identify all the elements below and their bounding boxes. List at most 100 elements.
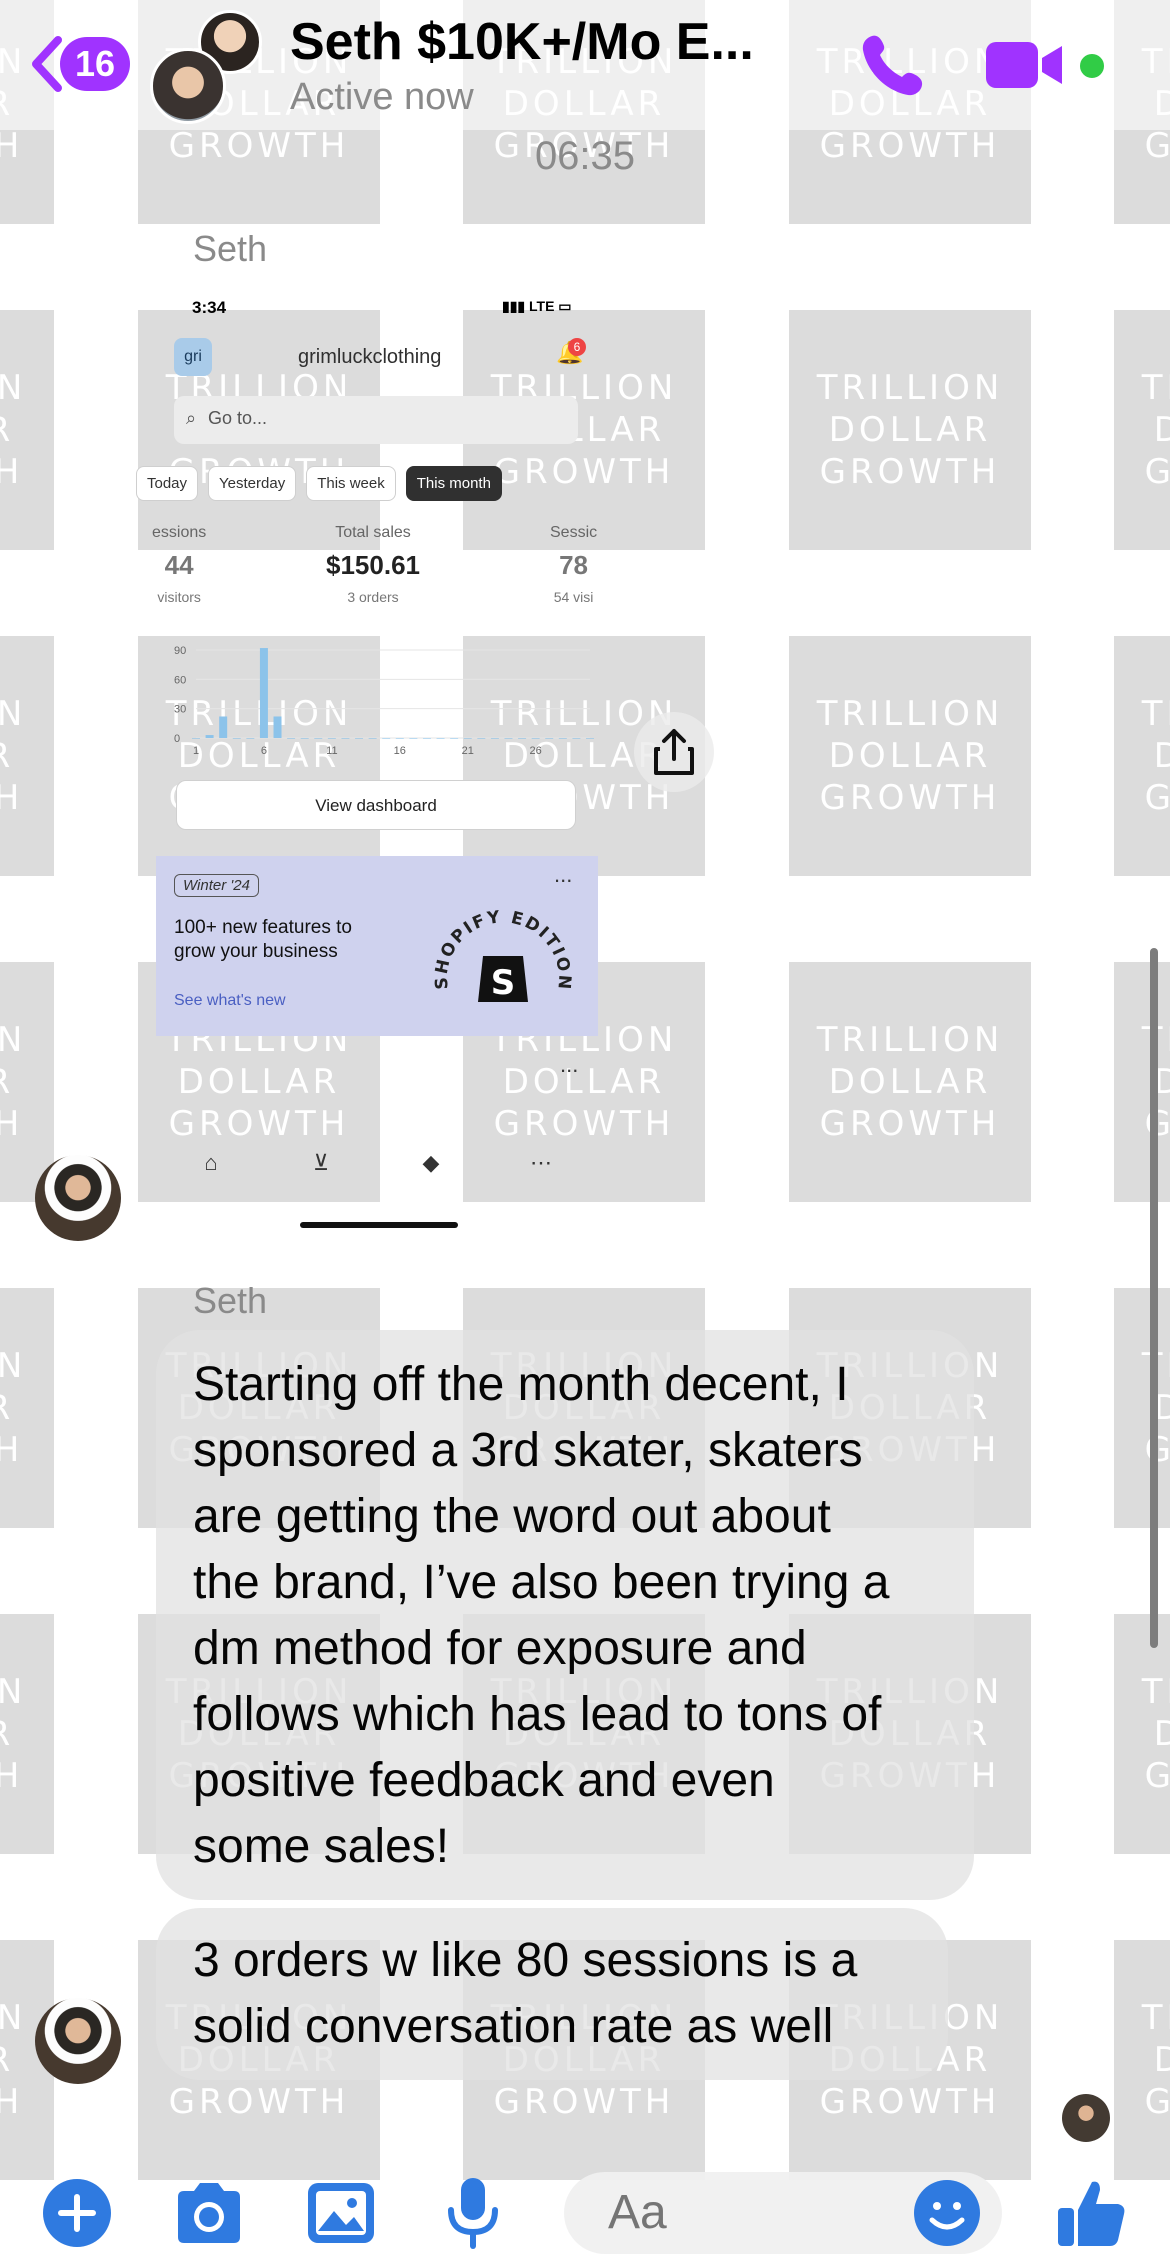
chart-ytick: 90 — [174, 645, 186, 657]
chart-bar — [545, 738, 554, 739]
back-button[interactable]: 16 — [28, 34, 130, 94]
camera-icon — [178, 2183, 240, 2243]
video-camera-icon[interactable] — [984, 38, 1066, 92]
chart-bar — [355, 738, 364, 739]
chart-xtick: 1 — [193, 745, 199, 757]
image-status-time: 3:34 — [192, 298, 227, 317]
chart-bar — [382, 738, 391, 739]
phone-icon[interactable] — [858, 30, 928, 100]
chart-bar — [259, 648, 268, 738]
notification-badge: 6 — [568, 338, 586, 356]
watermark-tile: TRILLIONDOLLARGROWTH — [1114, 310, 1170, 550]
metric-total-sales: Total sales $150.61 3 orders — [326, 524, 420, 605]
store-name: grimluckclothing — [298, 346, 442, 368]
more-icon: ... — [554, 862, 573, 887]
message-composer — [0, 2164, 1170, 2262]
chart-bar — [450, 738, 459, 739]
watermark-tile: TRILLIONDOLLARGROWTH — [789, 636, 1031, 876]
shared-image[interactable]: 3:34 ▮▮▮ LTE ▭ gri grimluckclothing 🔔 6 … — [136, 290, 598, 1228]
voice-button[interactable] — [436, 2176, 510, 2250]
chart-bar — [395, 738, 404, 739]
share-button[interactable] — [634, 712, 714, 792]
chart-bar — [518, 738, 527, 739]
chart-bar — [463, 738, 472, 739]
sender-label: Seth — [193, 1280, 268, 1321]
home-indicator — [300, 1222, 458, 1228]
image-search-placeholder: Go to... — [208, 408, 268, 428]
chart-bar — [232, 738, 241, 739]
thumbs-up-icon — [1058, 2181, 1125, 2246]
store-logo: gri — [174, 338, 212, 376]
sender-avatar[interactable] — [35, 1155, 121, 1241]
group-avatar[interactable] — [150, 10, 262, 124]
watermark-tile: TRILLIONDOLLARGROWTH — [1114, 1940, 1170, 2180]
chart-bar — [558, 738, 567, 739]
chart-bar — [422, 738, 431, 739]
metric-sessions-left: essions 44 visitors — [152, 524, 207, 605]
promo-tag: Winter '24 — [174, 874, 259, 897]
tab-this-month: This month — [405, 466, 502, 501]
chart-bar — [205, 735, 214, 738]
tab-this-week: This week — [306, 466, 396, 501]
watermark-tile: TRILLIONDOLLARGROWTH — [789, 310, 1031, 550]
online-indicator — [1076, 50, 1108, 82]
promo-link: See what's new — [174, 992, 286, 1009]
chart-xtick: 11 — [326, 745, 337, 757]
more-icon: ... — [560, 1052, 579, 1077]
chart-bar — [327, 738, 336, 739]
home-icon: ⌂ — [204, 1150, 218, 1175]
chart-bar — [219, 716, 228, 738]
plus-button[interactable] — [40, 2176, 114, 2250]
share-icon — [654, 729, 694, 775]
watermark-tile: TRILLIONDOLLARGROWTH — [0, 962, 54, 1202]
promo-text: 100+ new features to grow your business — [174, 917, 352, 962]
image-bottom-nav: ⌂ ⊻ ◆ ⋯ — [156, 1150, 598, 1176]
sender-avatar[interactable] — [35, 1998, 121, 2084]
like-button[interactable] — [1054, 2176, 1128, 2250]
watermark-tile: TRILLIONDOLLARGROWTH — [1114, 1614, 1170, 1854]
gallery-button[interactable] — [304, 2176, 378, 2250]
shopify-editions-seal: SHOPIFY EDITIONS S — [428, 894, 572, 1003]
scrollbar[interactable] — [1150, 948, 1158, 1648]
chart-bar — [287, 738, 296, 739]
watermark-tile: TRILLIONDOLLARGROWTH — [1114, 636, 1170, 876]
chart-ytick: 60 — [174, 674, 186, 686]
chart-bar — [341, 738, 350, 739]
message-text: Starting off the month decent, I sponsor… — [193, 1358, 890, 1873]
image-network: ▮▮▮ LTE ▭ — [502, 298, 572, 314]
watermark-tile: TRILLIONDOLLARGROWTH — [0, 310, 54, 550]
watermark-tile: TRILLIONDOLLARGROWTH — [1114, 962, 1170, 1202]
watermark-tile: TRILLIONDOLLARGROWTH — [0, 1614, 54, 1854]
emoji-icon — [914, 2180, 980, 2246]
watermark-tile: TRILLIONDOLLARGROWTH — [1114, 1288, 1170, 1528]
camera-button[interactable] — [172, 2176, 246, 2250]
watermark-tile: TRILLIONDOLLARGROWTH — [789, 962, 1031, 1202]
back-chevron-icon — [32, 36, 62, 92]
contact-name[interactable]: Seth $10K+/Mo E... — [290, 12, 754, 72]
message-text: 3 orders w like 80 sessions is a solid c… — [193, 1934, 858, 2053]
chart-bar — [314, 738, 323, 739]
chart-xtick: 16 — [394, 745, 406, 757]
seen-avatar — [1062, 2094, 1110, 2142]
chart-bar — [490, 738, 499, 739]
chart-xtick: 6 — [261, 745, 267, 757]
image-icon — [308, 2183, 374, 2243]
chat-header: 16 Seth $10K+/Mo E... Active now — [0, 0, 1170, 130]
more-icon: ⋯ — [530, 1150, 552, 1175]
chart-ytick: 0 — [174, 733, 180, 745]
unread-count-badge: 16 — [60, 37, 130, 91]
chart-ytick: 30 — [174, 704, 186, 716]
emoji-button[interactable] — [910, 2176, 984, 2250]
chart-bar — [504, 738, 513, 739]
metric-sessions-right: Sessic 78 54 visi — [550, 524, 598, 605]
inbox-icon: ⊻ — [312, 1150, 330, 1175]
view-dashboard-button: View dashboard — [176, 780, 576, 830]
tab-yesterday: Yesterday — [208, 466, 297, 501]
promo-card: Winter '24 100+ new features to grow you… — [156, 856, 598, 1036]
chart-bar — [273, 716, 282, 738]
chart-bar — [368, 738, 377, 739]
chart-xtick: 26 — [530, 745, 542, 757]
watermark-tile: TRILLIONDOLLARGROWTH — [0, 636, 54, 876]
tag-icon: ◆ — [422, 1150, 440, 1175]
avatar — [150, 48, 226, 124]
